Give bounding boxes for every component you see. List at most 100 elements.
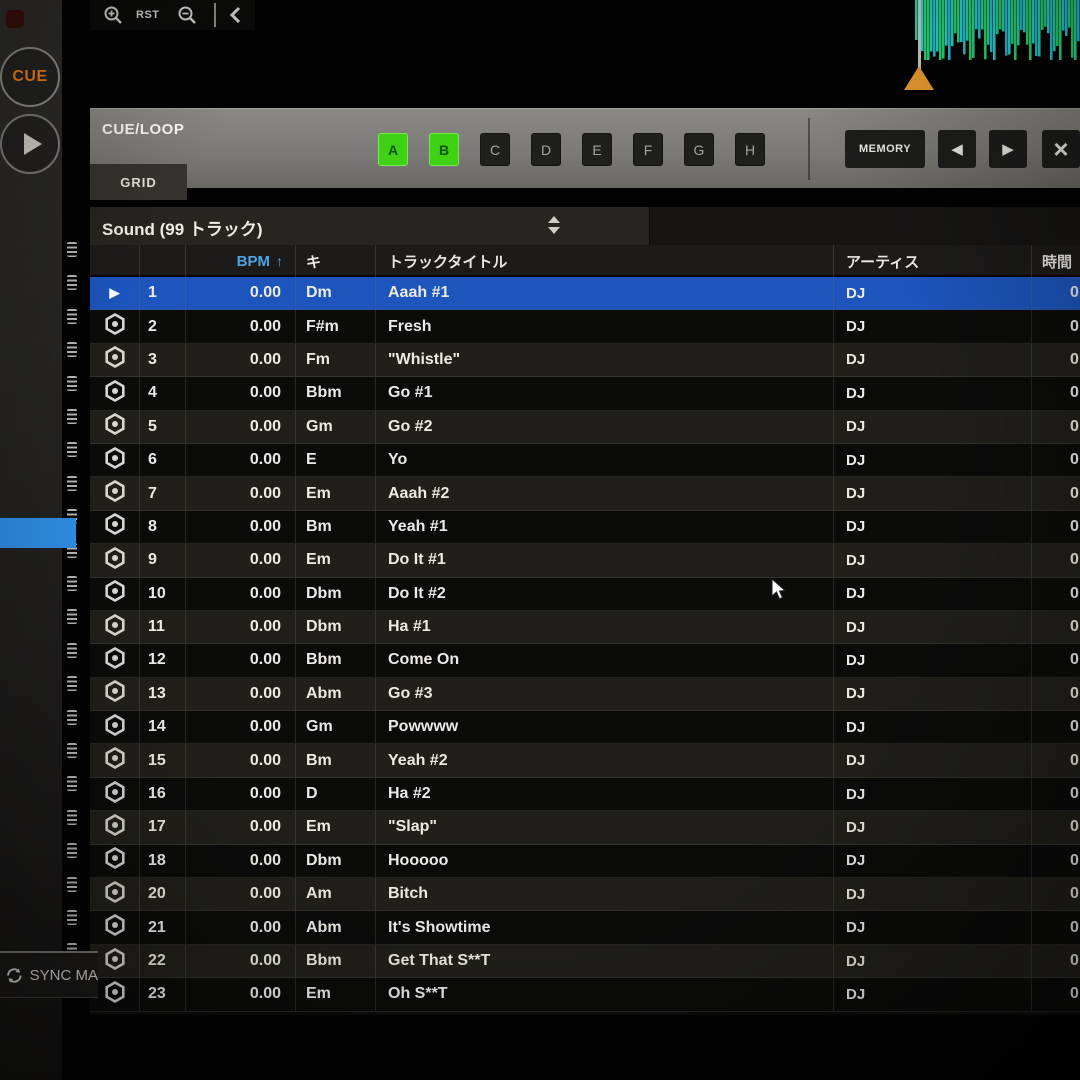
track-bpm: 0.00 — [186, 978, 296, 1010]
row-marker-tick — [67, 376, 77, 391]
track-key: Dbm — [296, 611, 376, 643]
mouse-cursor — [770, 578, 794, 602]
track-artist: DJ — [834, 511, 1032, 543]
track-number: 17 — [140, 811, 186, 843]
track-artist: DJ — [834, 811, 1032, 843]
zoom-out-icon[interactable] — [176, 4, 200, 28]
table-row[interactable]: 110.00DbmHa #1DJ0 — [90, 611, 1080, 644]
column-header-bpm[interactable]: BPM ↑ — [186, 245, 296, 277]
row-marker-tick — [67, 476, 77, 491]
column-header-icon[interactable] — [90, 245, 140, 277]
rekordbox-window: CUE RST CUE/LOOP ABCDEFGH — [0, 0, 1080, 1080]
track-number: 12 — [140, 644, 186, 676]
table-row[interactable]: 150.00BmYeah #2DJ0 — [90, 744, 1080, 777]
close-panel-button[interactable]: × — [1042, 130, 1080, 168]
chevron-left-icon[interactable] — [226, 4, 248, 26]
track-time: 0 — [1032, 878, 1080, 910]
track-time: 0 — [1032, 511, 1080, 543]
track-bpm: 0.00 — [186, 744, 296, 776]
track-type-icon — [105, 914, 125, 941]
hot-cue-b-button[interactable]: B — [429, 133, 459, 166]
zoom-in-icon[interactable] — [102, 4, 126, 28]
track-type-icon — [105, 380, 125, 407]
tab-grid[interactable]: GRID — [90, 164, 187, 200]
track-bpm: 0.00 — [186, 344, 296, 376]
track-bpm: 0.00 — [186, 477, 296, 509]
track-type-icon — [105, 747, 125, 774]
track-bpm: 0.00 — [186, 377, 296, 409]
track-title: Fresh — [376, 310, 834, 342]
column-header-title[interactable]: トラックタイトル — [376, 245, 834, 277]
row-marker-tick — [67, 810, 77, 825]
track-time: 0 — [1032, 277, 1080, 309]
hot-cue-a-button[interactable]: A — [378, 133, 408, 166]
track-time: 0 — [1032, 811, 1080, 843]
next-cue-button[interactable]: ▶ — [989, 130, 1027, 168]
table-row[interactable]: 90.00EmDo It #1DJ0 — [90, 544, 1080, 577]
table-row[interactable]: 20.00F#mFreshDJ0 — [90, 310, 1080, 343]
cue-button[interactable]: CUE — [0, 47, 60, 107]
hot-cue-f-button[interactable]: F — [633, 133, 663, 166]
hot-cue-d-button[interactable]: D — [531, 133, 561, 166]
cue-loop-panel: CUE/LOOP ABCDEFGH MEMORY ◀ ▶ × — [90, 108, 1080, 188]
track-key: Bm — [296, 511, 376, 543]
track-number: 13 — [140, 678, 186, 710]
hot-cue-h-button[interactable]: H — [735, 133, 765, 166]
track-artist: DJ — [834, 377, 1032, 409]
column-header-time[interactable]: 時間 — [1032, 245, 1080, 277]
table-row[interactable]: 230.00EmOh S**TDJ0 — [90, 978, 1080, 1011]
track-title: Aaah #2 — [376, 477, 834, 509]
grid-reset-button[interactable]: RST — [136, 9, 160, 21]
hot-cue-c-button[interactable]: C — [480, 133, 510, 166]
table-row[interactable]: 210.00AbmIt's ShowtimeDJ0 — [90, 911, 1080, 944]
table-row[interactable]: 30.00Fm"Whistle"DJ0 — [90, 344, 1080, 377]
table-row[interactable]: 130.00AbmGo #3DJ0 — [90, 678, 1080, 711]
play-button[interactable] — [0, 114, 60, 174]
track-bpm: 0.00 — [186, 411, 296, 443]
table-row[interactable]: 40.00BbmGo #1DJ0 — [90, 377, 1080, 410]
track-bpm: 0.00 — [186, 911, 296, 943]
table-row[interactable]: 120.00BbmCome OnDJ0 — [90, 644, 1080, 677]
playlist-selector[interactable]: Sound (99 トラック) — [90, 207, 650, 245]
table-row[interactable]: 220.00BbmGet That S**TDJ0 — [90, 945, 1080, 978]
track-key: Dbm — [296, 845, 376, 877]
play-icon — [24, 133, 42, 155]
track-artist: DJ — [834, 611, 1032, 643]
track-number: 3 — [140, 344, 186, 376]
table-row[interactable]: 170.00Em"Slap"DJ0 — [90, 811, 1080, 844]
track-title: Yeah #2 — [376, 744, 834, 776]
track-time: 0 — [1032, 477, 1080, 509]
track-title: Oh S**T — [376, 978, 834, 1010]
table-row[interactable]: 200.00AmBitchDJ0 — [90, 878, 1080, 911]
table-row[interactable]: 50.00GmGo #2DJ0 — [90, 411, 1080, 444]
hot-cue-e-button[interactable]: E — [582, 133, 612, 166]
table-row[interactable]: 160.00DHa #2DJ0 — [90, 778, 1080, 811]
table-row[interactable]: ▶10.00DmAaah #1DJ0 — [90, 277, 1080, 310]
hot-cue-g-button[interactable]: G — [684, 133, 714, 166]
row-marker-tick — [67, 843, 77, 858]
row-marker-tick — [67, 676, 77, 691]
memory-button[interactable]: MEMORY — [845, 130, 925, 168]
sync-manager-bar[interactable]: SYNC MA — [0, 951, 98, 998]
playlist-selector-chevrons-icon — [548, 216, 560, 234]
track-number: 20 — [140, 878, 186, 910]
track-title: Get That S**T — [376, 945, 834, 977]
panel-divider — [808, 118, 810, 180]
table-row[interactable]: 80.00BmYeah #1DJ0 — [90, 511, 1080, 544]
table-row[interactable]: 70.00EmAaah #2DJ0 — [90, 477, 1080, 510]
table-row[interactable]: 180.00DbmHoooooDJ0 — [90, 845, 1080, 878]
table-row[interactable]: 140.00GmPowwwwDJ0 — [90, 711, 1080, 744]
column-header-number[interactable] — [140, 245, 186, 277]
track-bpm: 0.00 — [186, 644, 296, 676]
track-title: Bitch — [376, 878, 834, 910]
column-header-key[interactable]: キ — [296, 245, 376, 277]
table-row[interactable]: 60.00EYoDJ0 — [90, 444, 1080, 477]
playlist-titlebar: Sound (99 トラック) — [90, 207, 1080, 245]
prev-cue-button[interactable]: ◀ — [938, 130, 976, 168]
track-key: Em — [296, 978, 376, 1010]
track-number: 6 — [140, 444, 186, 476]
table-row[interactable]: 100.00DbmDo It #2DJ0 — [90, 578, 1080, 611]
track-bpm: 0.00 — [186, 678, 296, 710]
track-artist: DJ — [834, 911, 1032, 943]
column-header-artist[interactable]: アーティス — [834, 245, 1032, 277]
